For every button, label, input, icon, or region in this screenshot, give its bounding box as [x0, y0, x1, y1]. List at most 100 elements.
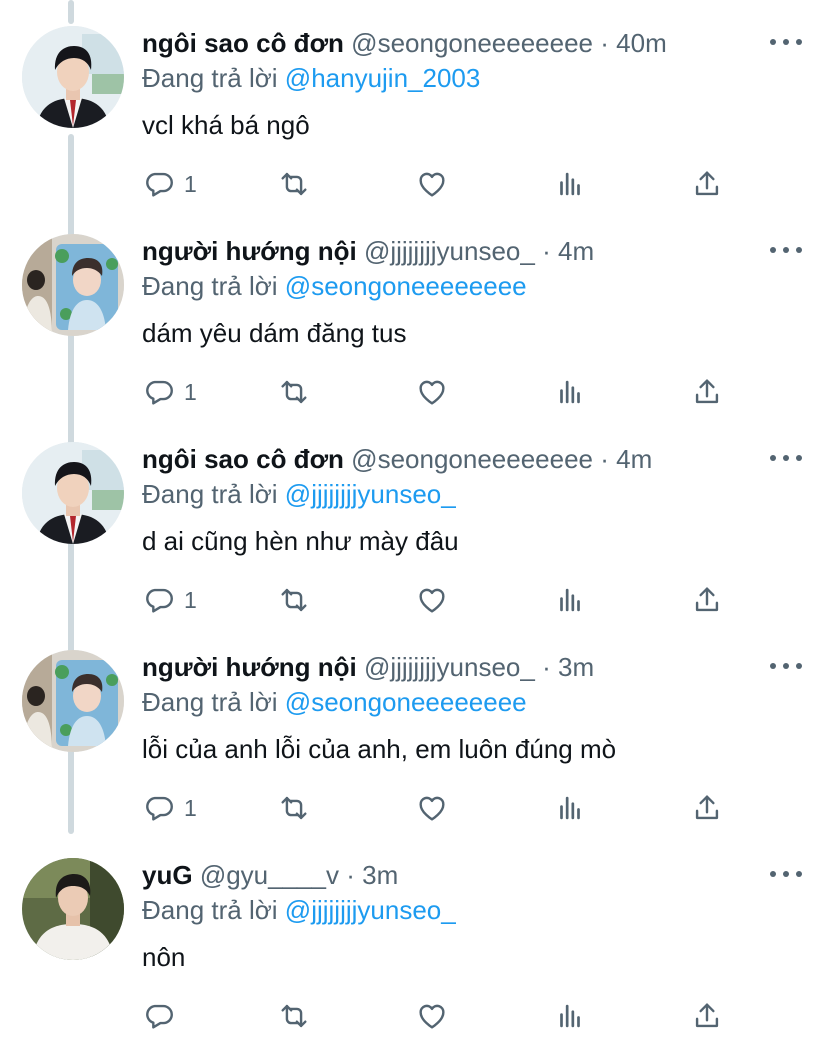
avatar[interactable]	[22, 650, 124, 752]
user-handle[interactable]: @jjjjjjjjyunseo_	[364, 236, 535, 266]
user-handle[interactable]: @seongoneeeeeeee	[351, 28, 593, 58]
replying-to: Đang trả lời @seongoneeeeeeee	[142, 685, 527, 719]
tweet-actions	[0, 996, 828, 1036]
share-icon	[690, 999, 724, 1033]
share-button[interactable]	[690, 164, 724, 204]
retweet-button[interactable]	[277, 372, 311, 412]
views-button[interactable]	[553, 788, 587, 828]
like-button[interactable]	[415, 788, 449, 828]
views-button[interactable]	[553, 580, 587, 620]
tweet[interactable]: ngôi sao cô đơn @seongoneeeeeeee · 4m Đa…	[0, 416, 828, 624]
views-button[interactable]	[553, 996, 587, 1036]
more-options-icon[interactable]	[770, 446, 802, 470]
heart-icon	[415, 583, 449, 617]
like-button[interactable]	[415, 580, 449, 620]
tweet-text: nôn	[142, 942, 186, 972]
tweet-text: lỗi của anh lỗi của anh, em luôn đúng mò	[142, 734, 617, 764]
more-options-icon[interactable]	[770, 238, 802, 262]
tweet-text: vcl khá bá ngô	[142, 110, 310, 140]
like-button[interactable]	[415, 372, 449, 412]
bar-chart-icon	[553, 167, 587, 201]
replying-to-label: Đang trả lời	[142, 895, 278, 925]
tweet-text: d ai cũng hèn như mày đâu	[142, 526, 459, 556]
reply-count: 1	[184, 170, 197, 197]
reply-button[interactable]: 1	[142, 372, 197, 412]
tweet-text: dám yêu dám đăng tus	[142, 318, 407, 348]
tweet-actions: 1	[0, 164, 828, 204]
replying-to: Đang trả lời @hanyujin_2003	[142, 61, 480, 95]
share-button[interactable]	[690, 788, 724, 828]
timestamp[interactable]: 40m	[616, 28, 667, 58]
timestamp[interactable]: 4m	[616, 444, 652, 474]
reply-count: 1	[184, 794, 197, 821]
views-button[interactable]	[553, 164, 587, 204]
retweet-button[interactable]	[277, 788, 311, 828]
mention-link[interactable]: @hanyujin_2003	[285, 63, 481, 93]
user-handle[interactable]: @gyu____v	[200, 860, 339, 890]
retweet-button[interactable]	[277, 164, 311, 204]
user-handle[interactable]: @jjjjjjjjyunseo_	[364, 652, 535, 682]
timestamp[interactable]: 3m	[362, 860, 398, 890]
heart-icon	[415, 167, 449, 201]
reply-button[interactable]: 1	[142, 788, 197, 828]
tweet-header: người hướng nội @jjjjjjjjyunseo_ · 4m	[142, 234, 594, 268]
tweet-actions: 1	[0, 788, 828, 828]
user-handle[interactable]: @seongoneeeeeeee	[351, 444, 593, 474]
display-name[interactable]: ngôi sao cô đơn	[142, 444, 344, 474]
reply-icon	[142, 583, 176, 617]
share-button[interactable]	[690, 372, 724, 412]
tweet-header: ngôi sao cô đơn @seongoneeeeeeee · 40m	[142, 26, 667, 60]
share-button[interactable]	[690, 580, 724, 620]
share-button[interactable]	[690, 996, 724, 1036]
avatar[interactable]	[22, 26, 124, 128]
tweet[interactable]: người hướng nội @jjjjjjjjyunseo_ · 3m Đa…	[0, 624, 828, 832]
timestamp[interactable]: 3m	[558, 652, 594, 682]
separator-dot: ·	[600, 28, 609, 58]
more-options-icon[interactable]	[770, 30, 802, 54]
tweet[interactable]: người hướng nội @jjjjjjjjyunseo_ · 4m Đa…	[0, 208, 828, 416]
separator-dot: ·	[600, 444, 609, 474]
views-button[interactable]	[553, 372, 587, 412]
replying-to-label: Đang trả lời	[142, 63, 278, 93]
mention-link[interactable]: @jjjjjjjjyunseo_	[285, 479, 456, 509]
reply-button[interactable]: 1	[142, 580, 197, 620]
tweet[interactable]: ngôi sao cô đơn @seongoneeeeeeee · 40m Đ…	[0, 0, 828, 208]
avatar[interactable]	[22, 234, 124, 336]
bar-chart-icon	[553, 999, 587, 1033]
heart-icon	[415, 999, 449, 1033]
mention-link[interactable]: @jjjjjjjjyunseo_	[285, 895, 456, 925]
more-options-icon[interactable]	[770, 862, 802, 886]
display-name[interactable]: người hướng nội	[142, 652, 357, 682]
display-name[interactable]: người hướng nội	[142, 236, 357, 266]
reply-button[interactable]	[142, 996, 184, 1036]
retweet-button[interactable]	[277, 996, 311, 1036]
like-button[interactable]	[415, 164, 449, 204]
share-icon	[690, 167, 724, 201]
bar-chart-icon	[553, 583, 587, 617]
reply-count: 1	[184, 378, 197, 405]
reply-button[interactable]: 1	[142, 164, 197, 204]
replying-to: Đang trả lời @jjjjjjjjyunseo_	[142, 893, 456, 927]
avatar[interactable]	[22, 442, 124, 544]
tweet-header: yuG @gyu____v · 3m	[142, 858, 398, 892]
tweet-actions: 1	[0, 580, 828, 620]
mention-link[interactable]: @seongoneeeeeeee	[285, 271, 527, 301]
timestamp[interactable]: 4m	[558, 236, 594, 266]
retweet-icon	[277, 583, 311, 617]
replying-to: Đang trả lời @jjjjjjjjyunseo_	[142, 477, 456, 511]
heart-icon	[415, 375, 449, 409]
display-name[interactable]: yuG	[142, 860, 193, 890]
share-icon	[690, 791, 724, 825]
separator-dot: ·	[542, 652, 551, 682]
retweet-icon	[277, 791, 311, 825]
more-options-icon[interactable]	[770, 654, 802, 678]
tweet[interactable]: yuG @gyu____v · 3m Đang trả lời @jjjjjjj…	[0, 832, 828, 1040]
display-name[interactable]: ngôi sao cô đơn	[142, 28, 344, 58]
retweet-icon	[277, 375, 311, 409]
retweet-button[interactable]	[277, 580, 311, 620]
avatar[interactable]	[22, 858, 124, 960]
reply-icon	[142, 791, 176, 825]
like-button[interactable]	[415, 996, 449, 1036]
mention-link[interactable]: @seongoneeeeeeee	[285, 687, 527, 717]
heart-icon	[415, 791, 449, 825]
